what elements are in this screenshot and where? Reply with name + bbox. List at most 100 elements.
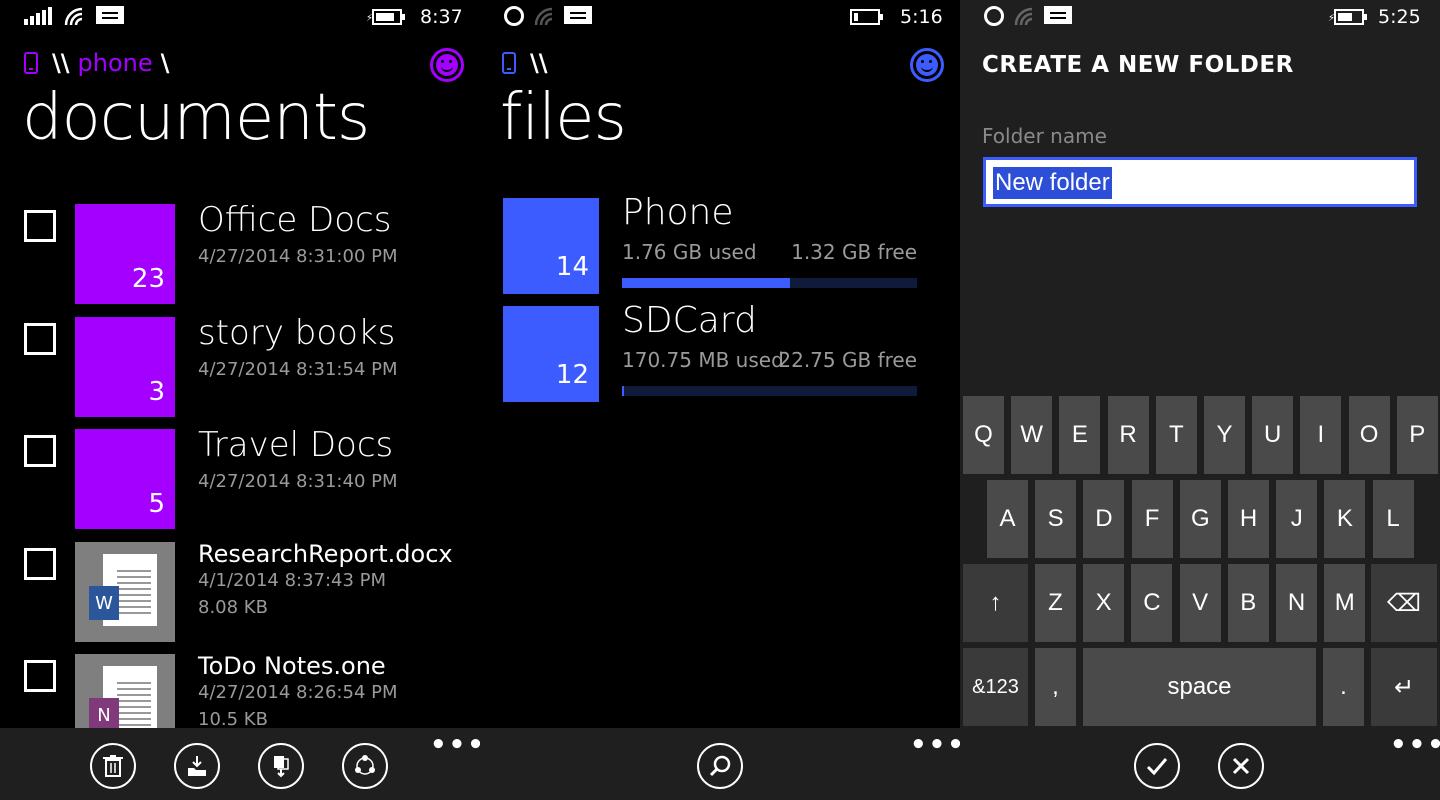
key-z[interactable]: Z — [1035, 564, 1076, 642]
select-checkbox[interactable] — [24, 435, 56, 467]
storage-name: Phone — [622, 192, 734, 233]
key-g[interactable]: G — [1179, 480, 1221, 558]
item-title: story books — [198, 313, 396, 353]
status-bar: ⚡ 8:37 — [0, 0, 480, 34]
key-n[interactable]: N — [1276, 564, 1317, 642]
breadcrumb-root[interactable]: \\ — [530, 49, 548, 77]
key-y[interactable]: Y — [1204, 396, 1245, 474]
comma-key[interactable]: , — [1035, 648, 1076, 726]
share-icon[interactable] — [342, 743, 388, 789]
on-screen-keyboard: Q W E R T Y U I O P A S D F G H J K L ↑ Z X C V B N M ⌫ &123, space. ↵ — [960, 392, 1440, 728]
select-checkbox[interactable] — [24, 548, 56, 580]
wifi-icon — [534, 7, 553, 26]
search-icon[interactable] — [697, 743, 743, 789]
folder-name-input[interactable]: New folder — [983, 157, 1417, 207]
more-options-button[interactable]: ••• — [910, 732, 960, 758]
key-k[interactable]: K — [1324, 480, 1366, 558]
breadcrumb: \\ — [502, 48, 556, 78]
battery-icon — [850, 9, 883, 25]
item-date: 4/27/2014 8:31:54 PM — [198, 359, 398, 380]
onenote-icon: N — [89, 698, 119, 732]
period-key[interactable]: . — [1323, 648, 1364, 726]
item-title: Travel Docs — [198, 425, 394, 465]
item-date: 4/27/2014 8:31:40 PM — [198, 471, 398, 492]
key-p[interactable]: P — [1396, 396, 1438, 474]
phone-icon — [24, 52, 38, 74]
select-checkbox[interactable] — [24, 323, 56, 355]
key-a[interactable]: A — [987, 480, 1028, 558]
key-x[interactable]: X — [1083, 564, 1125, 642]
storage-tile: 12 — [503, 306, 599, 402]
select-checkbox[interactable] — [24, 210, 56, 242]
breadcrumb-segment-phone[interactable]: phone — [78, 49, 153, 77]
key-w[interactable]: W — [1011, 396, 1053, 474]
storage-name: SDCard — [622, 300, 757, 341]
backspace-key[interactable]: ⌫ — [1371, 564, 1437, 642]
files-screen: 5:16 \\ files 14 Phone 1.76 GB used 1.32… — [480, 0, 960, 800]
more-options-button[interactable]: ••• — [1390, 732, 1440, 758]
clock: 5:25 — [1378, 6, 1421, 28]
move-to-folder-icon[interactable] — [174, 743, 220, 789]
account-smiley-icon[interactable] — [430, 48, 464, 82]
battery-icon: ⚡ — [1328, 9, 1367, 25]
key-f[interactable]: F — [1131, 480, 1173, 558]
key-t[interactable]: T — [1155, 396, 1197, 474]
key-e[interactable]: E — [1059, 396, 1101, 474]
item-count: 12 — [555, 360, 589, 390]
item-size: 10.5 KB — [198, 709, 268, 730]
app-bar: ••• — [960, 728, 1440, 800]
item-size: 8.08 KB — [198, 597, 268, 618]
key-s[interactable]: S — [1035, 480, 1077, 558]
cancel-icon[interactable] — [1218, 743, 1264, 789]
breadcrumb-trail: \ — [160, 49, 170, 77]
nfc-icon — [984, 6, 1004, 26]
word-icon: W — [89, 586, 119, 620]
key-l[interactable]: L — [1372, 480, 1414, 558]
item-count: 14 — [555, 252, 589, 282]
key-q[interactable]: Q — [963, 396, 1004, 474]
nfc-icon — [504, 6, 524, 26]
key-u[interactable]: U — [1252, 396, 1294, 474]
folder-name-label: Folder name — [982, 124, 1107, 148]
breadcrumb-root[interactable]: \\ — [52, 49, 70, 77]
key-o[interactable]: O — [1348, 396, 1390, 474]
page-title: documents — [22, 81, 370, 155]
page-title: files — [500, 81, 627, 155]
key-v[interactable]: V — [1179, 564, 1221, 642]
copy-icon[interactable] — [258, 743, 304, 789]
list-item[interactable]: 5 Travel Docs 4/27/2014 8:31:40 PM — [0, 425, 480, 539]
create-folder-screen: ⚡ 5:25 CREATE A NEW FOLDER Folder name N… — [960, 0, 1440, 800]
check-icon[interactable] — [1134, 743, 1180, 789]
key-r[interactable]: R — [1107, 396, 1149, 474]
symbols-key[interactable]: &123 — [963, 648, 1028, 726]
key-m[interactable]: M — [1324, 564, 1366, 642]
key-d[interactable]: D — [1083, 480, 1125, 558]
select-checkbox[interactable] — [24, 660, 56, 692]
list-item[interactable]: 3 story books 4/27/2014 8:31:54 PM — [0, 313, 480, 427]
account-smiley-icon[interactable] — [910, 48, 944, 82]
more-options-button[interactable]: ••• — [430, 732, 480, 758]
phone-icon — [502, 52, 516, 74]
space-key[interactable]: space — [1083, 648, 1316, 726]
message-icon — [1044, 6, 1072, 24]
enter-key[interactable]: ↵ — [1371, 648, 1437, 726]
folder-tile: 3 — [75, 317, 175, 417]
item-count: 3 — [148, 377, 165, 407]
key-h[interactable]: H — [1228, 480, 1269, 558]
key-j[interactable]: J — [1276, 480, 1318, 558]
storage-usage-fill — [622, 386, 625, 396]
wifi-icon — [64, 7, 83, 26]
storage-tile: 14 — [503, 198, 599, 294]
item-title: ResearchReport.docx — [198, 540, 453, 568]
item-date: 4/1/2014 8:37:43 PM — [198, 570, 387, 591]
key-b[interactable]: B — [1227, 564, 1269, 642]
item-title: Office Docs — [198, 200, 392, 240]
app-bar: ••• — [0, 728, 480, 800]
shift-key[interactable]: ↑ — [963, 564, 1028, 642]
list-item[interactable]: W ResearchReport.docx 4/1/2014 8:37:43 P… — [0, 540, 480, 652]
list-item[interactable]: 23 Office Docs 4/27/2014 8:31:00 PM — [0, 200, 480, 314]
delete-icon[interactable] — [90, 743, 136, 789]
key-c[interactable]: C — [1131, 564, 1173, 642]
key-i[interactable]: I — [1300, 396, 1342, 474]
storage-usage-fill — [622, 278, 791, 288]
